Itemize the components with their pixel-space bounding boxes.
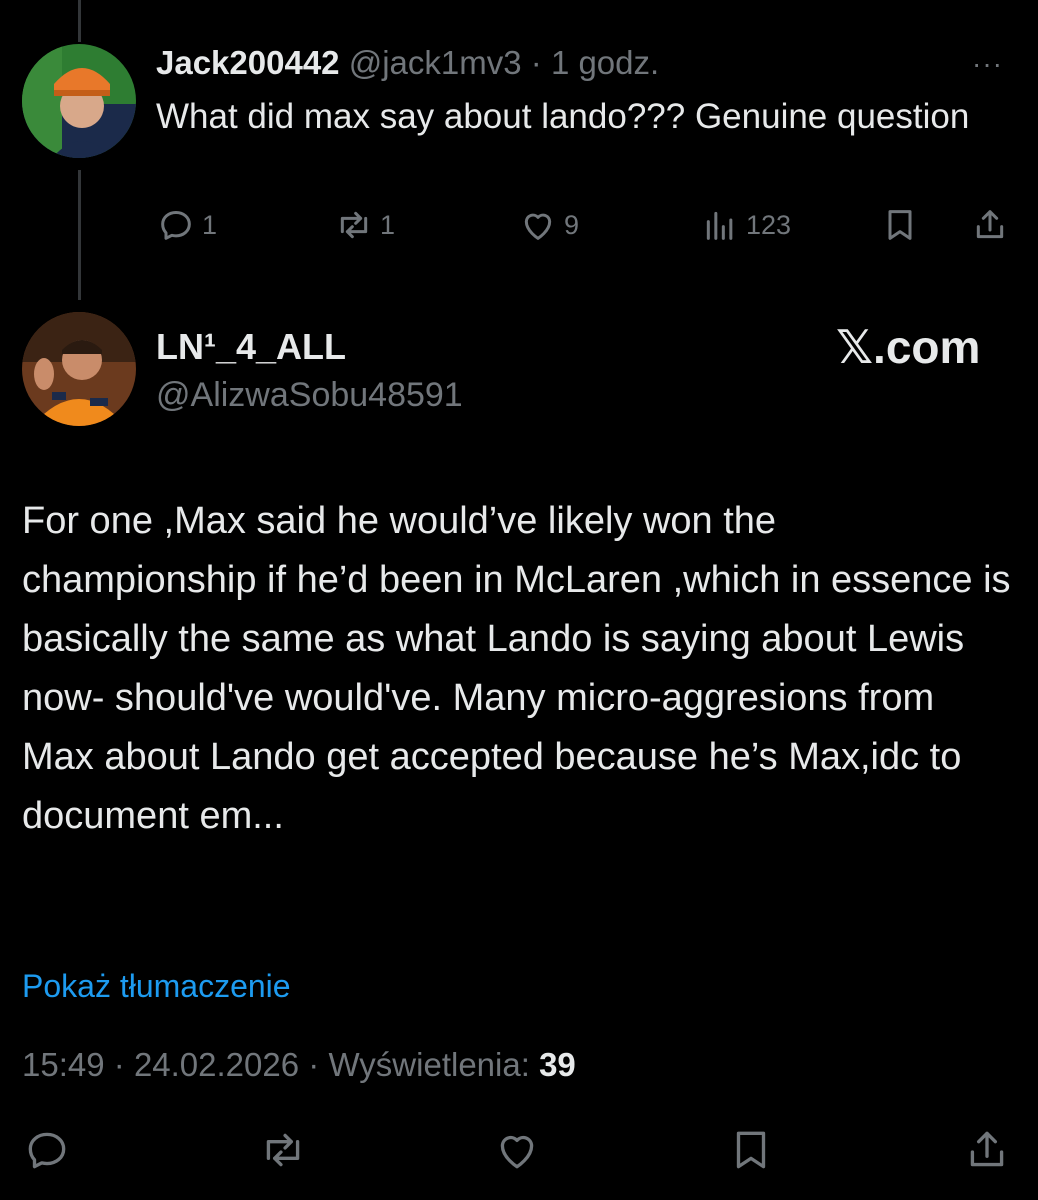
author-name[interactable]: Jack200442 bbox=[156, 44, 340, 81]
post-meta: 15:49 · 24.02.2026 · Wyświetlenia: 39 bbox=[22, 1046, 576, 1083]
share-icon bbox=[976, 210, 1004, 239]
like-icon bbox=[500, 1135, 534, 1169]
like-button[interactable] bbox=[492, 1125, 542, 1175]
author-handle[interactable]: @AlizwaSobu48591 bbox=[156, 376, 463, 415]
post-time[interactable]: 15:49 bbox=[22, 1046, 105, 1083]
views-label: Wyświetlenia: bbox=[328, 1046, 530, 1083]
author-handle[interactable]: @jack1mv3 bbox=[349, 44, 522, 81]
thread-line bbox=[78, 0, 81, 42]
share-button[interactable] bbox=[970, 205, 1010, 245]
reply-button[interactable] bbox=[22, 1125, 72, 1175]
views-count: 123 bbox=[746, 209, 792, 240]
bookmark-icon bbox=[888, 210, 912, 240]
views-button[interactable]: 123 bbox=[700, 205, 791, 245]
reply-count: 1 bbox=[202, 209, 218, 240]
separator: · bbox=[530, 44, 542, 81]
like-count: 9 bbox=[564, 209, 580, 240]
x-logo: 𝕏.com bbox=[836, 321, 981, 373]
avatar-image bbox=[22, 312, 136, 426]
more-options-icon[interactable]: ··· bbox=[972, 48, 1003, 80]
reply-icon bbox=[161, 211, 191, 240]
views-count: 39 bbox=[539, 1046, 576, 1083]
repost-button[interactable] bbox=[258, 1125, 308, 1175]
translate-link[interactable]: Pokaż tłumaczenie bbox=[22, 968, 291, 1005]
views-icon bbox=[706, 211, 733, 240]
avatar[interactable] bbox=[22, 312, 136, 426]
avatar[interactable] bbox=[22, 44, 136, 158]
share-icon bbox=[970, 1131, 1004, 1167]
repost-button[interactable]: 1 bbox=[334, 205, 395, 245]
reply-actions: 1 1 9 123 bbox=[0, 205, 1038, 257]
avatar-image bbox=[22, 44, 136, 158]
bookmark-button[interactable] bbox=[880, 205, 920, 245]
post-text: For one ,Max said he would’ve likely won… bbox=[22, 500, 1011, 837]
timestamp[interactable]: 1 godz. bbox=[551, 44, 659, 81]
reply-text: What did max say about lando??? Genuine … bbox=[156, 97, 970, 136]
repost-count: 1 bbox=[380, 209, 396, 240]
reply-button[interactable]: 1 bbox=[156, 205, 217, 245]
bookmark-icon bbox=[736, 1131, 766, 1169]
like-icon bbox=[524, 213, 552, 240]
reply-header: Jack200442 @jack1mv3 · 1 godz. bbox=[156, 44, 659, 82]
repost-icon bbox=[340, 211, 368, 239]
share-button[interactable] bbox=[962, 1125, 1012, 1175]
reply-icon bbox=[28, 1132, 66, 1169]
author-name[interactable]: LN¹_4_ALL bbox=[156, 326, 346, 368]
like-button[interactable]: 9 bbox=[518, 205, 579, 245]
repost-icon bbox=[266, 1133, 300, 1167]
post-actions bbox=[0, 1125, 1038, 1181]
bookmark-button[interactable] bbox=[726, 1125, 776, 1175]
post-date[interactable]: 24.02.2026 bbox=[134, 1046, 299, 1083]
